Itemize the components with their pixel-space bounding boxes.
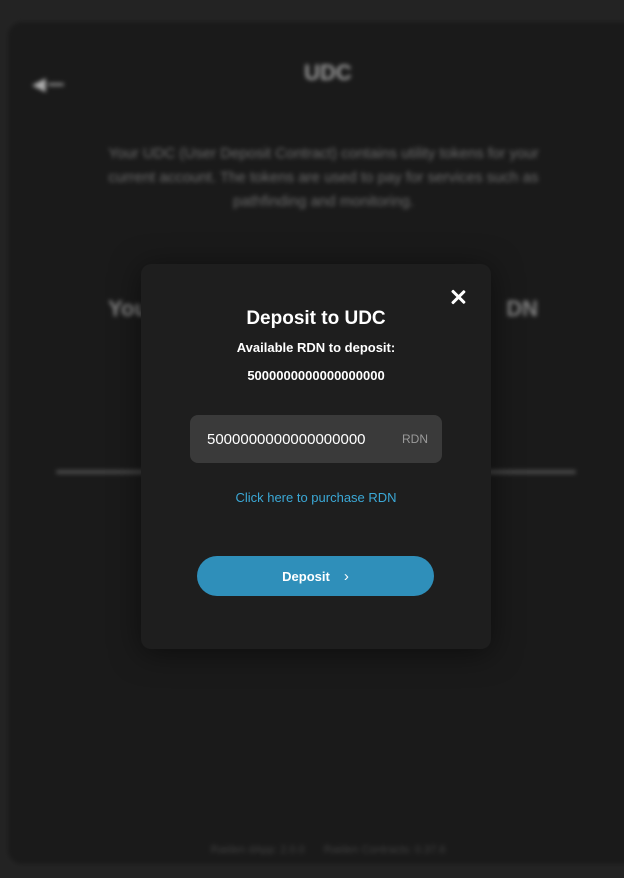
token-unit-label: RDN: [402, 432, 428, 446]
deposit-button-label: Deposit: [282, 568, 330, 584]
purchase-rdn-link[interactable]: Click here to purchase RDN: [141, 490, 491, 505]
chevron-right-icon: ›: [343, 567, 349, 585]
available-label: Available RDN to deposit:: [236, 340, 396, 355]
available-amount: 5000000000000000000: [247, 368, 385, 383]
deposit-button[interactable]: Deposit ›: [197, 556, 434, 596]
dialog-title: Deposit to UDC: [246, 308, 386, 329]
deposit-amount-field[interactable]: RDN: [190, 415, 442, 463]
close-icon[interactable]: [447, 286, 469, 308]
deposit-dialog: Deposit to UDC Available RDN to deposit:…: [141, 264, 491, 649]
deposit-amount-input[interactable]: [207, 430, 392, 448]
